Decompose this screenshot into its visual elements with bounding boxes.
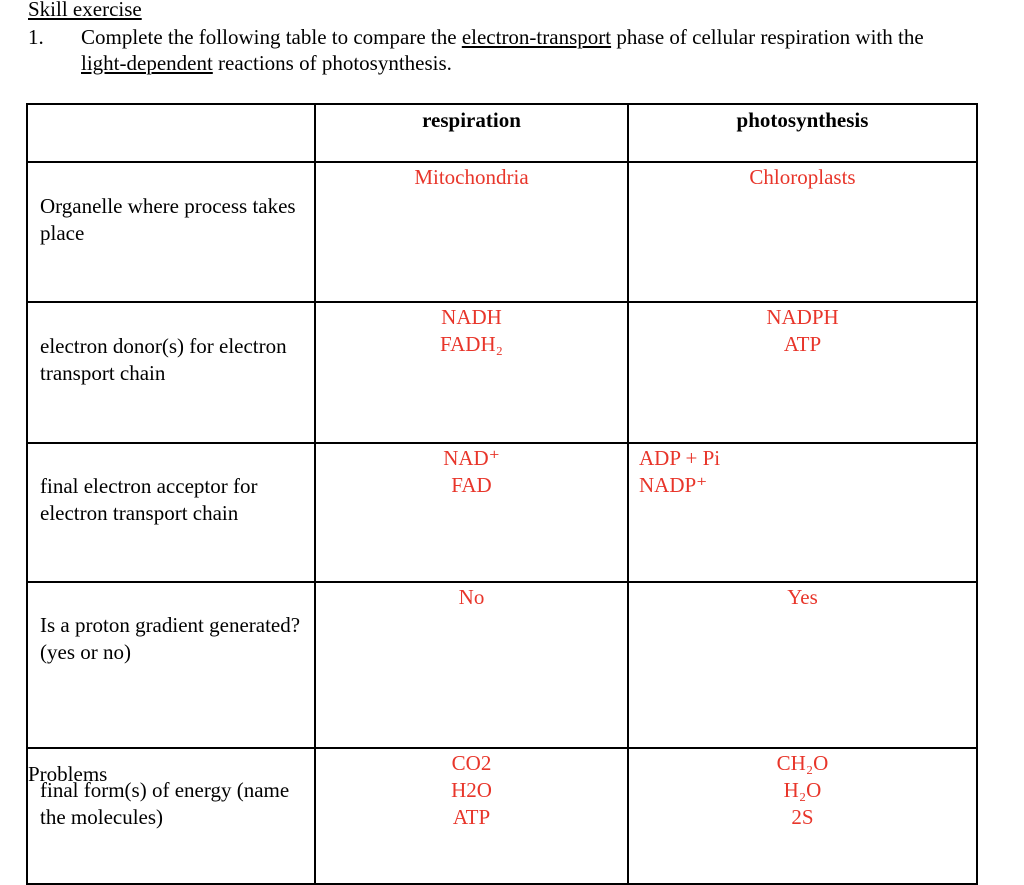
question-text-part: Complete the following table to compare … [81, 25, 462, 49]
question-keyword-light-dependent: light-dependent [81, 51, 213, 75]
answer-value: No [458, 585, 485, 609]
answer-value: ATP [452, 805, 491, 829]
answer-cell-photosynthesis[interactable]: ADP + Pi NADP⁺ [627, 442, 978, 583]
answer-value: FADH₂ [440, 332, 503, 356]
answer-value: NADP⁺ [639, 473, 708, 497]
answer-cell-photosynthesis[interactable]: Yes [627, 581, 978, 749]
header-photosynthesis: photosynthesis [627, 103, 978, 163]
question-text-part: reactions of photosynthesis. [212, 51, 452, 75]
answer-cell-respiration[interactable]: NAD⁺ FAD [314, 442, 629, 583]
table-row: Organelle where process takes place Mito… [26, 161, 978, 303]
answer-value: CO2 [451, 751, 492, 775]
table-row: final form(s) of energy (name the molecu… [26, 747, 978, 885]
question-text: Complete the following table to compare … [81, 24, 981, 76]
row-label: electron donor(s) for electron transport… [26, 301, 316, 444]
answer-value: ADP + Pi [639, 446, 721, 470]
comparison-table: respiration photosynthesis Organelle whe… [26, 103, 978, 885]
answer-value: 2S [791, 805, 814, 829]
answer-value: ATP [783, 332, 822, 356]
row-label: final electron acceptor for electron tra… [26, 442, 316, 583]
answer-cell-respiration[interactable]: No [314, 581, 629, 749]
header-respiration: respiration [314, 103, 629, 163]
answer-value: NADH [441, 305, 502, 329]
answer-value: NADPH [766, 305, 839, 329]
table-row: electron donor(s) for electron transport… [26, 301, 978, 444]
answer-cell-photosynthesis[interactable]: Chloroplasts [627, 161, 978, 303]
answer-cell-respiration[interactable]: Mitochondria [314, 161, 629, 303]
answer-value: H2O [451, 778, 492, 802]
answer-value: Chloroplasts [749, 165, 856, 189]
answer-cell-photosynthesis[interactable]: CH₂O H₂O 2S [627, 747, 978, 885]
question-keyword-electron-transport: electron-transport [461, 25, 612, 49]
answer-value: NAD⁺ [443, 446, 500, 470]
answer-value: CH₂O [776, 751, 829, 775]
row-label: Organelle where process takes place [26, 161, 316, 303]
question-text-part: phase of cellular respiration with the [611, 25, 924, 49]
table-row: final electron acceptor for electron tra… [26, 442, 978, 583]
header-cell-empty [26, 103, 316, 163]
answer-value: FAD [451, 473, 492, 497]
answer-cell-respiration[interactable]: CO2 H2O ATP [314, 747, 629, 885]
answer-cell-photosynthesis[interactable]: NADPH ATP [627, 301, 978, 444]
answer-value: Mitochondria [414, 165, 529, 189]
row-label: Is a proton gradient generated? (yes or … [26, 581, 316, 749]
answer-cell-respiration[interactable]: NADH FADH₂ [314, 301, 629, 444]
section-heading: Skill exercise [28, 0, 142, 21]
problems-heading: Problems [28, 762, 108, 786]
question-number: 1. [28, 25, 44, 49]
answer-value: Yes [787, 585, 818, 609]
answer-value: H₂O [783, 778, 822, 802]
table-header-row: respiration photosynthesis [26, 103, 978, 163]
table-row: Is a proton gradient generated? (yes or … [26, 581, 978, 749]
